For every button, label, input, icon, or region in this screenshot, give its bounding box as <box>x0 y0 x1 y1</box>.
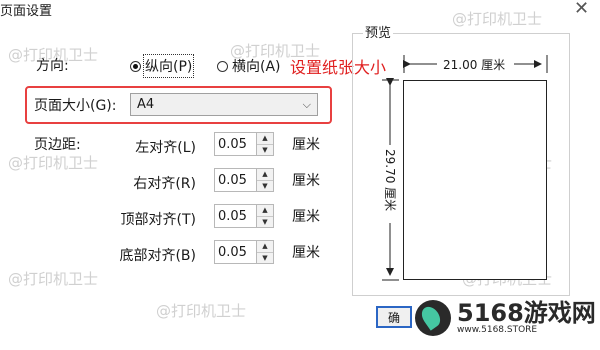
radio-checked-icon <box>130 60 141 72</box>
spin-up-icon[interactable]: ▲ <box>257 205 273 217</box>
ok-button[interactable]: 确 <box>376 306 412 328</box>
landscape-radio[interactable]: 横向(A) <box>217 56 281 76</box>
unit-label: 厘米 <box>292 245 320 261</box>
width-dimension: 21.00 厘米 <box>440 56 509 73</box>
dialog-title: 页面设置 <box>0 4 53 19</box>
radio-unchecked-icon <box>217 60 228 72</box>
margin-bottom-input[interactable]: 0.05 <box>215 241 257 263</box>
watermark: @打印机卫士 <box>156 302 247 320</box>
logo-name: 5168游戏网 <box>457 299 596 327</box>
spin-down-icon[interactable]: ▼ <box>257 252 273 263</box>
site-logo: 5168游戏网 www.5168.STORE <box>415 300 596 336</box>
spin-up-icon[interactable]: ▲ <box>257 169 273 181</box>
watermark: @打印机卫士 <box>8 154 99 172</box>
margin-right-stepper[interactable]: 0.05 ▲ ▼ <box>214 168 274 192</box>
chevron-down-icon: ⌵ <box>302 97 311 111</box>
margin-top-input[interactable]: 0.05 <box>215 205 257 227</box>
margin-right-input[interactable]: 0.05 <box>215 169 257 191</box>
watermark: @打印机卫士 <box>8 270 99 288</box>
margin-left-label: 左对齐(L) <box>135 140 196 156</box>
unit-label: 厘米 <box>292 173 320 189</box>
margin-left-stepper[interactable]: 0.05 ▲ ▼ <box>214 132 274 156</box>
page-size-select[interactable]: A4 ⌵ <box>130 93 318 116</box>
page-size-value: A4 <box>137 97 155 112</box>
spin-up-icon[interactable]: ▲ <box>257 133 273 145</box>
margin-left-input[interactable]: 0.05 <box>215 133 257 155</box>
unit-label: 厘米 <box>292 209 320 225</box>
page-size-label: 页面大小(G): <box>34 98 117 114</box>
margin-bottom-label: 底部对齐(B) <box>119 248 196 264</box>
height-dimension: 29.70 厘米 <box>382 146 399 215</box>
portrait-radio-label: 纵向(P) <box>142 54 195 78</box>
logo-icon <box>415 300 451 336</box>
margins-label: 页边距: <box>34 137 81 153</box>
orientation-label: 方向: <box>36 58 69 74</box>
spin-up-icon[interactable]: ▲ <box>257 241 273 253</box>
close-icon[interactable]: ✕ <box>574 0 589 19</box>
page-preview <box>403 80 547 280</box>
margin-right-label: 右对齐(R) <box>133 176 196 192</box>
margin-top-label: 顶部对齐(T) <box>120 212 196 228</box>
watermark: @打印机卫士 <box>452 10 543 28</box>
margin-top-stepper[interactable]: 0.05 ▲ ▼ <box>214 204 274 228</box>
portrait-radio[interactable]: 纵向(P) <box>130 54 195 78</box>
spin-down-icon[interactable]: ▼ <box>257 216 273 227</box>
spin-down-icon[interactable]: ▼ <box>257 144 273 155</box>
unit-label: 厘米 <box>292 137 320 153</box>
margin-bottom-stepper[interactable]: 0.05 ▲ ▼ <box>214 240 274 264</box>
spin-down-icon[interactable]: ▼ <box>257 180 273 191</box>
landscape-radio-label: 横向(A) <box>232 59 281 75</box>
